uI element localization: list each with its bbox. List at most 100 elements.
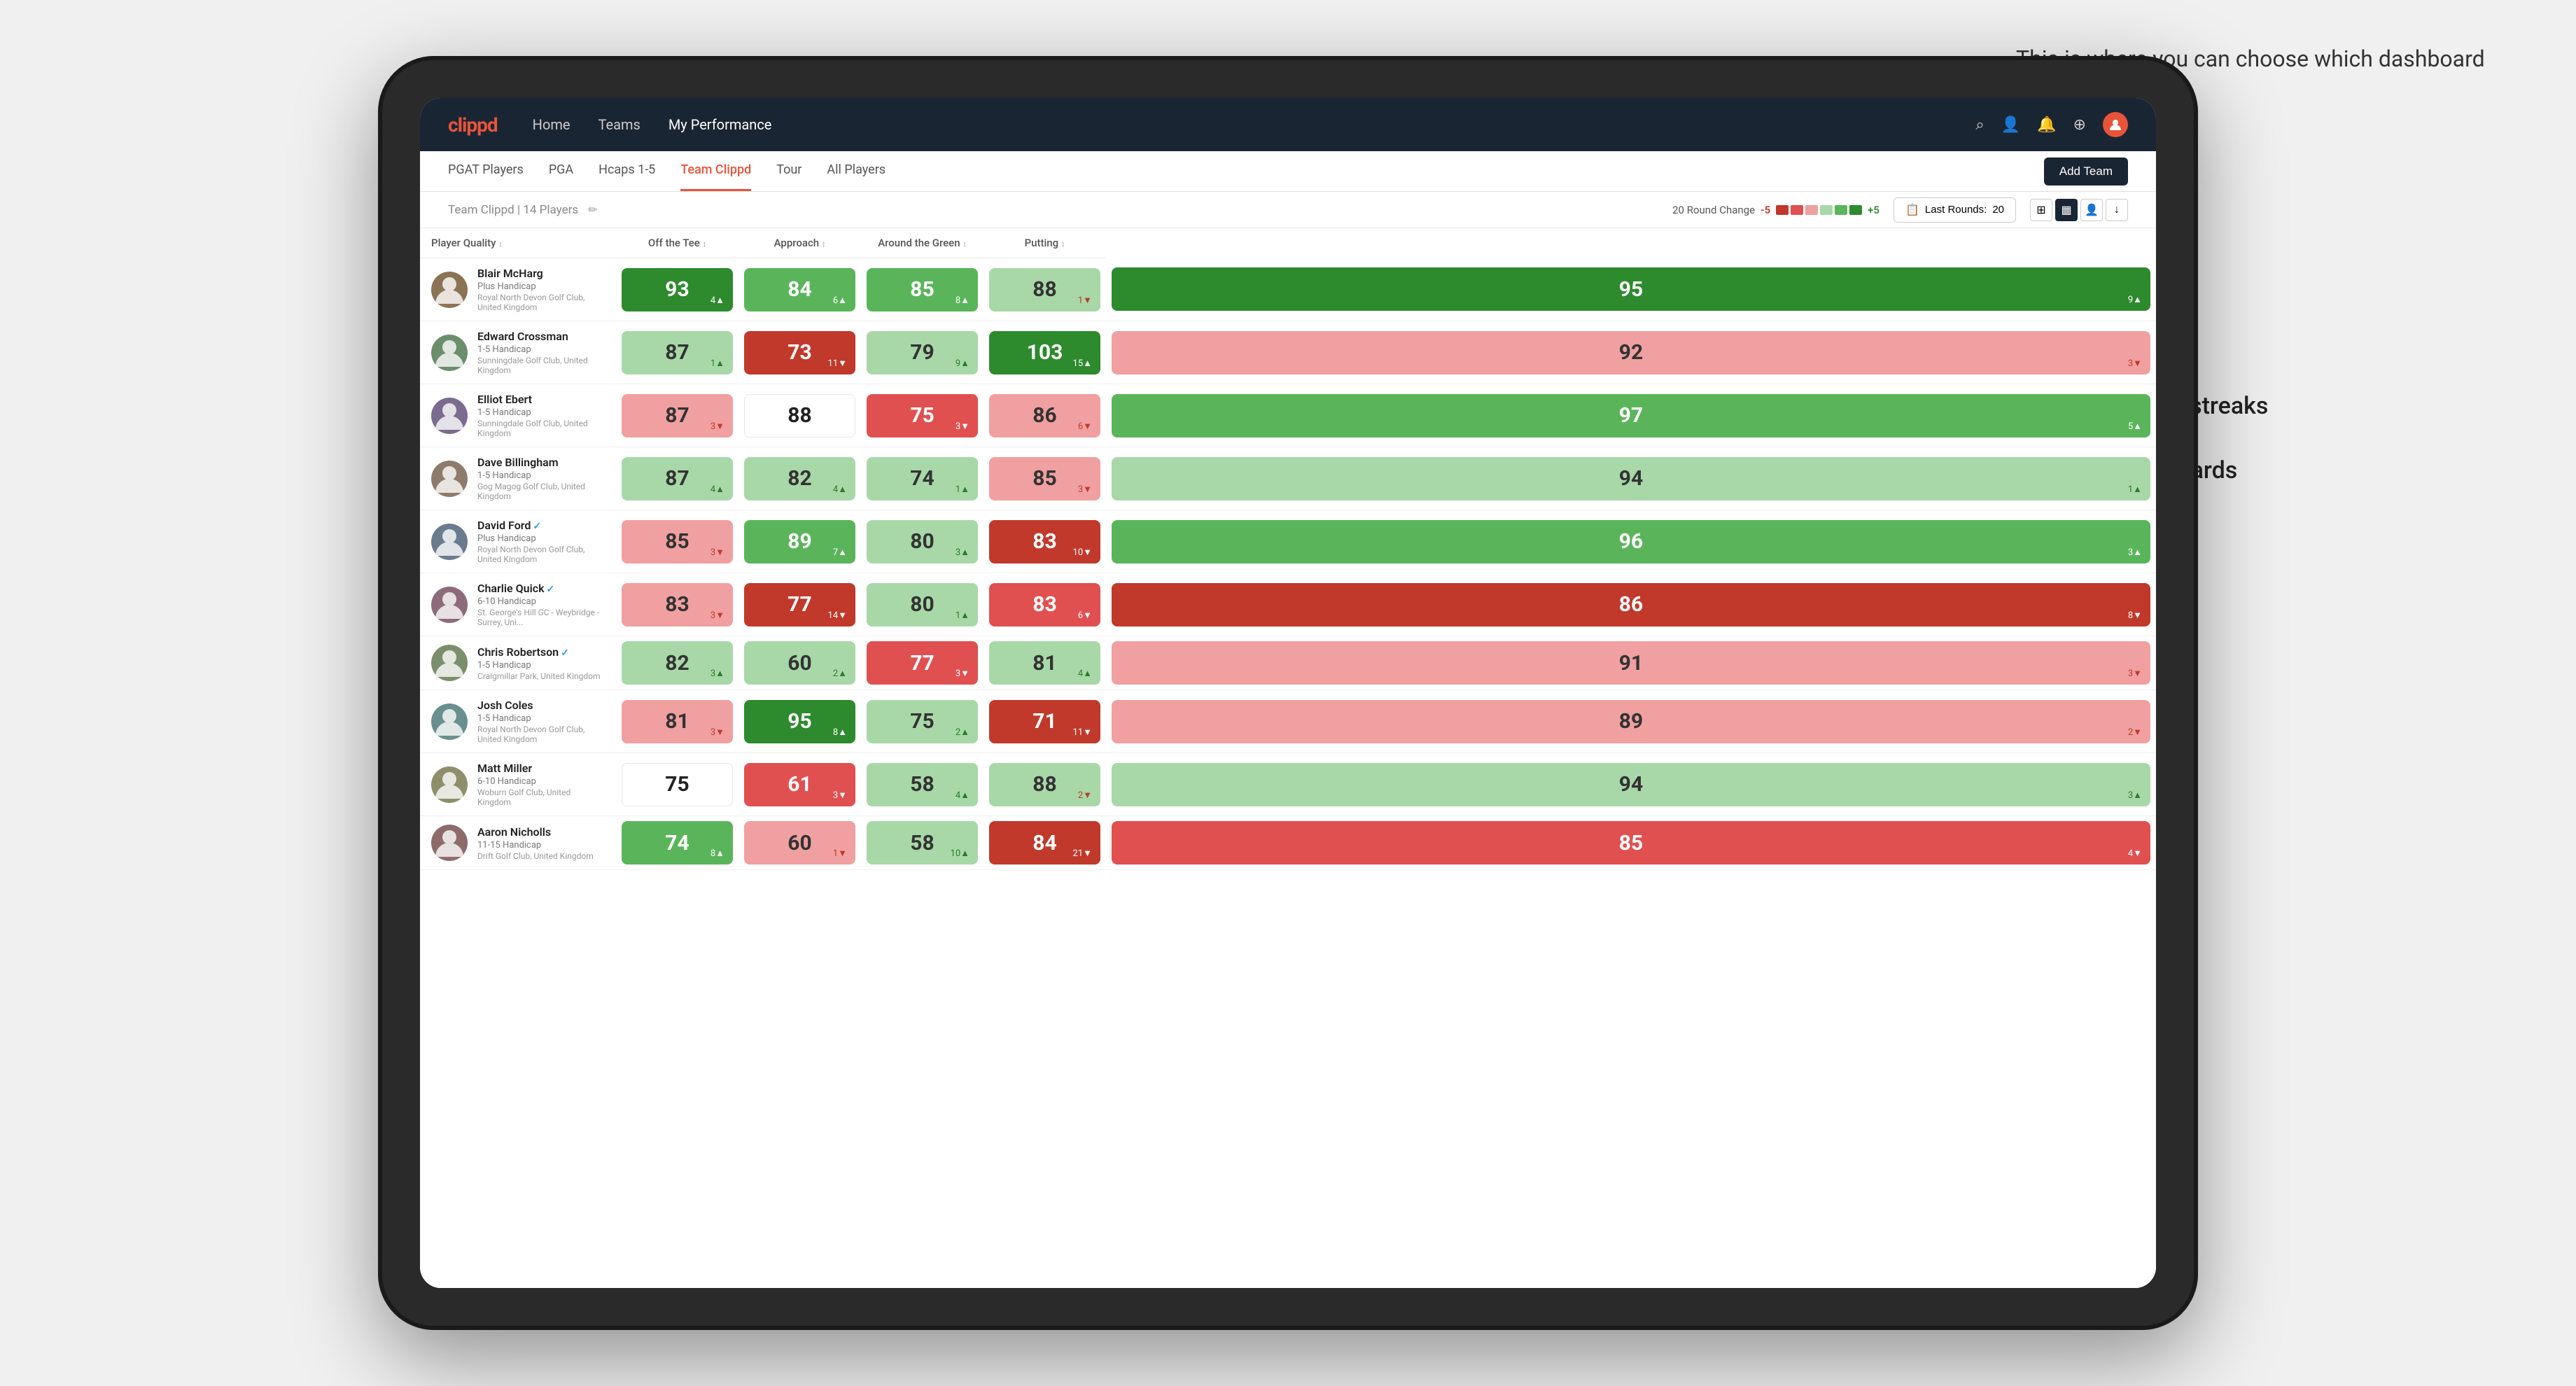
avatar[interactable]: [2103, 112, 2128, 137]
player-avatar-5[interactable]: [431, 587, 468, 623]
player-avatar-7[interactable]: [431, 704, 468, 740]
score-putting-4[interactable]: 96 3▲: [1106, 510, 2156, 573]
player-name-7[interactable]: Josh Coles: [477, 699, 605, 712]
sort-arrow-putting[interactable]: ↕: [1061, 239, 1065, 248]
player-name-8[interactable]: Matt Miller: [477, 762, 605, 775]
score-off_the_tee-3[interactable]: 82 4▲: [738, 447, 861, 510]
score-player_quality-9[interactable]: 74 8▲: [616, 816, 738, 870]
score-player_quality-5[interactable]: 83 3▼: [616, 573, 738, 636]
nav-link-teams[interactable]: Teams: [598, 116, 640, 133]
player-name-4[interactable]: David Ford✓: [477, 519, 605, 532]
score-player_quality-7[interactable]: 81 3▼: [616, 690, 738, 753]
table-row[interactable]: David Ford✓ Plus Handicap Royal North De…: [420, 510, 2156, 573]
nav-link-performance[interactable]: My Performance: [668, 116, 772, 133]
view-download-button[interactable]: ↓: [2106, 199, 2128, 221]
table-row[interactable]: Aaron Nicholls 11-15 Handicap Drift Golf…: [420, 816, 2156, 870]
score-putting-9[interactable]: 85 4▼: [1106, 816, 2156, 870]
score-putting-5[interactable]: 86 8▼: [1106, 573, 2156, 636]
score-approach-6[interactable]: 77 3▼: [861, 636, 983, 690]
score-off_the_tee-6[interactable]: 60 2▲: [738, 636, 861, 690]
score-around_the_green-7[interactable]: 71 11▼: [983, 690, 1106, 753]
score-around_the_green-5[interactable]: 83 6▼: [983, 573, 1106, 636]
score-off_the_tee-4[interactable]: 89 7▲: [738, 510, 861, 573]
table-row[interactable]: Elliot Ebert 1-5 Handicap Sunningdale Go…: [420, 384, 2156, 447]
score-putting-0[interactable]: 95 9▲: [1106, 258, 2156, 321]
score-player_quality-6[interactable]: 82 3▲: [616, 636, 738, 690]
score-around_the_green-6[interactable]: 81 4▲: [983, 636, 1106, 690]
score-player_quality-8[interactable]: 75: [616, 753, 738, 816]
sub-nav-tour[interactable]: Tour: [776, 151, 802, 191]
score-player_quality-0[interactable]: 93 4▲: [616, 258, 738, 321]
sub-nav-hcaps[interactable]: Hcaps 1-5: [598, 151, 655, 191]
score-around_the_green-2[interactable]: 86 6▼: [983, 384, 1106, 447]
score-putting-2[interactable]: 97 5▲: [1106, 384, 2156, 447]
table-row[interactable]: Matt Miller 6-10 Handicap Woburn Golf Cl…: [420, 753, 2156, 816]
view-heatmap-button[interactable]: ▦: [2055, 199, 2078, 221]
add-team-button[interactable]: Add Team: [2044, 158, 2128, 186]
player-avatar-8[interactable]: [431, 766, 468, 803]
table-row[interactable]: Blair McHarg Plus Handicap Royal North D…: [420, 258, 2156, 321]
player-avatar-9[interactable]: [431, 825, 468, 861]
score-approach-5[interactable]: 80 1▲: [861, 573, 983, 636]
bell-icon[interactable]: 🔔: [2037, 116, 2056, 134]
score-putting-8[interactable]: 94 3▲: [1106, 753, 2156, 816]
sort-arrow-player[interactable]: ↕: [498, 239, 503, 248]
sort-arrow-tee[interactable]: ↕: [703, 239, 707, 248]
view-grid-button[interactable]: ⊞: [2030, 199, 2052, 221]
score-approach-2[interactable]: 75 3▼: [861, 384, 983, 447]
score-putting-6[interactable]: 91 3▼: [1106, 636, 2156, 690]
score-approach-7[interactable]: 75 2▲: [861, 690, 983, 753]
player-avatar-3[interactable]: [431, 461, 468, 497]
score-player_quality-2[interactable]: 87 3▼: [616, 384, 738, 447]
score-off_the_tee-2[interactable]: 88: [738, 384, 861, 447]
score-putting-1[interactable]: 92 3▼: [1106, 321, 2156, 384]
player-name-9[interactable]: Aaron Nicholls: [477, 825, 594, 839]
player-name-2[interactable]: Elliot Ebert: [477, 393, 605, 406]
score-approach-3[interactable]: 74 1▲: [861, 447, 983, 510]
view-person-button[interactable]: 👤: [2080, 199, 2103, 221]
score-off_the_tee-1[interactable]: 73 11▼: [738, 321, 861, 384]
score-around_the_green-4[interactable]: 83 10▼: [983, 510, 1106, 573]
sort-arrow-approach[interactable]: ↕: [822, 239, 826, 248]
search-icon[interactable]: ⌕: [1975, 116, 1984, 134]
player-avatar-6[interactable]: [431, 645, 468, 681]
score-off_the_tee-7[interactable]: 95 8▲: [738, 690, 861, 753]
score-around_the_green-9[interactable]: 84 21▼: [983, 816, 1106, 870]
score-around_the_green-3[interactable]: 85 3▼: [983, 447, 1106, 510]
player-name-6[interactable]: Chris Robertson✓: [477, 645, 601, 659]
table-row[interactable]: Josh Coles 1-5 Handicap Royal North Devo…: [420, 690, 2156, 753]
nav-link-home[interactable]: Home: [533, 116, 570, 133]
score-approach-9[interactable]: 58 10▲: [861, 816, 983, 870]
score-putting-3[interactable]: 94 1▲: [1106, 447, 2156, 510]
player-avatar-0[interactable]: [431, 272, 468, 308]
score-around_the_green-8[interactable]: 88 2▼: [983, 753, 1106, 816]
table-row[interactable]: Charlie Quick✓ 6-10 Handicap St. George'…: [420, 573, 2156, 636]
score-around_the_green-0[interactable]: 88 1▼: [983, 258, 1106, 321]
user-icon[interactable]: 👤: [2001, 116, 2020, 134]
score-off_the_tee-5[interactable]: 77 14▼: [738, 573, 861, 636]
sub-nav-pga[interactable]: PGA: [549, 151, 573, 191]
table-row[interactable]: Chris Robertson✓ 1-5 Handicap Craigmilla…: [420, 636, 2156, 690]
score-putting-7[interactable]: 89 2▼: [1106, 690, 2156, 753]
player-name-1[interactable]: Edward Crossman: [477, 330, 605, 343]
player-name-0[interactable]: Blair McHarg: [477, 267, 605, 280]
score-player_quality-1[interactable]: 87 1▲: [616, 321, 738, 384]
last-rounds-button[interactable]: 📋 Last Rounds: 20: [1893, 197, 2016, 223]
score-approach-1[interactable]: 79 9▲: [861, 321, 983, 384]
sub-nav-pgat[interactable]: PGAT Players: [448, 151, 524, 191]
edit-icon[interactable]: ✏: [588, 203, 597, 216]
sub-nav-all-players[interactable]: All Players: [827, 151, 886, 191]
score-off_the_tee-9[interactable]: 60 1▼: [738, 816, 861, 870]
score-off_the_tee-0[interactable]: 84 6▲: [738, 258, 861, 321]
settings-icon[interactable]: ⊕: [2073, 116, 2086, 134]
score-around_the_green-1[interactable]: 103 15▲: [983, 321, 1106, 384]
score-approach-0[interactable]: 85 8▲: [861, 258, 983, 321]
table-row[interactable]: Dave Billingham 1-5 Handicap Gog Magog G…: [420, 447, 2156, 510]
score-off_the_tee-8[interactable]: 61 3▼: [738, 753, 861, 816]
player-name-5[interactable]: Charlie Quick✓: [477, 582, 605, 595]
score-player_quality-3[interactable]: 87 4▲: [616, 447, 738, 510]
sub-nav-team-clippd[interactable]: Team Clippd: [680, 151, 751, 191]
table-row[interactable]: Edward Crossman 1-5 Handicap Sunningdale…: [420, 321, 2156, 384]
player-name-3[interactable]: Dave Billingham: [477, 456, 605, 469]
score-player_quality-4[interactable]: 85 3▼: [616, 510, 738, 573]
